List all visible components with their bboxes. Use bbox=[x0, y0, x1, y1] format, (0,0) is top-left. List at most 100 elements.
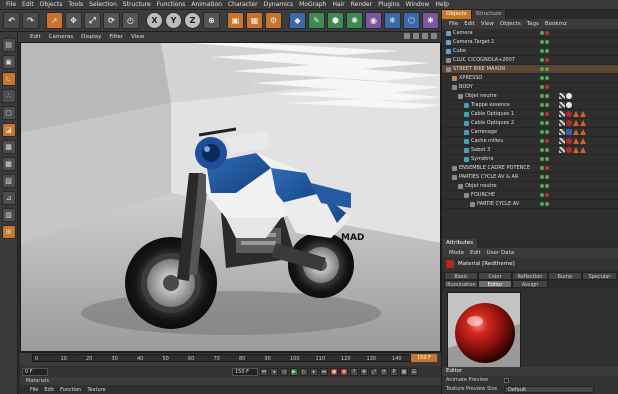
viewport-menu-filter[interactable]: Filter bbox=[105, 34, 127, 40]
go-to-end-icon[interactable]: ⏭ bbox=[320, 367, 328, 376]
deformer-icon[interactable]: ❄ bbox=[384, 12, 401, 29]
om-menu-bookmarks[interactable]: Bookmz bbox=[542, 21, 570, 27]
om-menu-file[interactable]: File bbox=[446, 21, 461, 27]
y-axis-icon[interactable]: Y bbox=[165, 12, 182, 29]
visibility-flags[interactable] bbox=[540, 157, 549, 161]
x-axis-icon[interactable]: X bbox=[146, 12, 163, 29]
tab-editor[interactable]: Editor bbox=[478, 280, 512, 288]
menu-mograph[interactable]: MoGraph bbox=[296, 1, 329, 8]
points-icon[interactable]: ∴ bbox=[1, 89, 16, 103]
select-live-icon[interactable]: ➚ bbox=[46, 12, 63, 29]
visibility-flags[interactable] bbox=[540, 130, 549, 134]
attr-menu-edit[interactable]: Edit bbox=[467, 250, 484, 256]
menu-structure[interactable]: Structure bbox=[120, 1, 154, 8]
visibility-flags[interactable] bbox=[540, 193, 549, 197]
menu-file[interactable]: File bbox=[3, 1, 19, 8]
object-tags[interactable] bbox=[559, 138, 586, 144]
tab-color[interactable]: Color bbox=[478, 272, 512, 280]
timeline-ruler[interactable]: 0 10 20 30 40 50 60 70 80 90 100 110 120 130 140 bbox=[32, 354, 412, 362]
object-row[interactable]: Cable Optiques 2 bbox=[442, 119, 618, 128]
move-icon[interactable]: ✥ bbox=[65, 12, 82, 29]
visibility-flags[interactable] bbox=[540, 31, 549, 35]
object-axis-icon[interactable]: ∟ bbox=[1, 72, 16, 86]
visibility-flags[interactable] bbox=[540, 76, 549, 80]
next-key-icon[interactable]: ▸ bbox=[310, 367, 318, 376]
object-row[interactable]: STREET BIKE MAXON bbox=[442, 65, 618, 74]
materials-menu-edit[interactable]: Edit bbox=[44, 387, 54, 393]
object-tags[interactable] bbox=[559, 129, 586, 135]
scene-icon[interactable]: ⬡ bbox=[403, 12, 420, 29]
materials-menu-texture[interactable]: Texture bbox=[87, 387, 105, 393]
prev-key-icon[interactable]: ◂ bbox=[270, 367, 278, 376]
visibility-flags[interactable] bbox=[540, 121, 549, 125]
position-key-icon[interactable]: ✥ bbox=[360, 367, 368, 376]
object-tags[interactable] bbox=[559, 111, 586, 117]
rotate-icon[interactable]: ⟳ bbox=[103, 12, 120, 29]
redo-icon[interactable]: ↷ bbox=[22, 12, 39, 29]
attr-menu-mode[interactable]: Mode bbox=[446, 250, 467, 256]
object-row[interactable]: PARTIE CYCLE AV bbox=[442, 200, 618, 209]
menu-hair[interactable]: Hair bbox=[329, 1, 347, 8]
visibility-flags[interactable] bbox=[540, 67, 549, 71]
menu-render[interactable]: Render bbox=[348, 1, 375, 8]
keyframe-selection-icon[interactable]: ? bbox=[350, 367, 358, 376]
visibility-flags[interactable] bbox=[540, 112, 549, 116]
menu-edit[interactable]: Edit bbox=[19, 1, 37, 8]
pen-icon[interactable]: ✎ bbox=[308, 12, 325, 29]
zoom-icon[interactable] bbox=[413, 33, 419, 39]
rotation-key-icon[interactable]: ⟳ bbox=[380, 367, 388, 376]
polygons-icon[interactable]: ◪ bbox=[1, 123, 16, 137]
timeline-menu-icon[interactable]: ☰ bbox=[410, 367, 418, 376]
z-axis-icon[interactable]: Z bbox=[184, 12, 201, 29]
viewport-menu-display[interactable]: Display bbox=[77, 34, 105, 40]
visibility-flags[interactable] bbox=[540, 139, 549, 143]
om-menu-view[interactable]: View bbox=[478, 21, 497, 27]
object-row[interactable]: Objet neutre bbox=[442, 182, 618, 191]
uv-icon[interactable]: ▦ bbox=[1, 140, 16, 154]
world-coords-icon[interactable]: ⊕ bbox=[203, 12, 220, 29]
object-row[interactable]: PARTIES CYCLE AV & AR bbox=[442, 173, 618, 182]
object-row[interactable]: Symétrie bbox=[442, 155, 618, 164]
render-view-icon[interactable]: ▣ bbox=[227, 12, 244, 29]
menu-dynamics[interactable]: Dynamics bbox=[261, 1, 297, 8]
tab-assign[interactable]: Assign bbox=[512, 280, 548, 288]
last-tool-icon[interactable]: ◴ bbox=[122, 12, 139, 29]
edges-icon[interactable]: ▢ bbox=[1, 106, 16, 120]
current-frame-field[interactable]: 150 F bbox=[232, 367, 258, 376]
menu-character[interactable]: Character bbox=[225, 1, 261, 8]
pla-key-icon[interactable]: ▦ bbox=[400, 367, 408, 376]
param-key-icon[interactable]: P bbox=[390, 367, 398, 376]
play-icon[interactable]: ▶ bbox=[290, 367, 298, 376]
object-row[interactable]: FOURCHE bbox=[442, 191, 618, 200]
menu-objects[interactable]: Objects bbox=[37, 1, 66, 8]
materials-menu-function[interactable]: Function bbox=[60, 387, 81, 393]
om-menu-edit[interactable]: Edit bbox=[461, 21, 478, 27]
object-tags[interactable] bbox=[559, 102, 572, 108]
om-menu-tags[interactable]: Tags bbox=[524, 21, 542, 27]
texture-icon[interactable]: ▩ bbox=[1, 157, 16, 171]
visibility-flags[interactable] bbox=[540, 40, 549, 44]
object-row[interactable]: Camera.Target.1 bbox=[442, 38, 618, 47]
menu-plugins[interactable]: Plugins bbox=[375, 1, 403, 8]
go-to-start-icon[interactable]: ⏮ bbox=[260, 367, 268, 376]
object-row[interactable]: XPRESSO bbox=[442, 74, 618, 83]
maximize-icon[interactable] bbox=[431, 33, 437, 39]
visibility-flags[interactable] bbox=[540, 166, 549, 170]
viewport-menu-cameras[interactable]: Cameras bbox=[45, 34, 77, 40]
orbit-icon[interactable] bbox=[422, 33, 428, 39]
visibility-flags[interactable] bbox=[540, 184, 549, 188]
tab-specular[interactable]: Specular bbox=[582, 272, 617, 280]
tab-structure[interactable]: Structure bbox=[471, 10, 507, 19]
om-menu-objects[interactable]: Objects bbox=[497, 21, 524, 27]
menu-help[interactable]: Help bbox=[432, 1, 452, 8]
tab-illumination[interactable]: Illumination bbox=[444, 280, 478, 288]
object-row[interactable]: Cable Optiques 1 bbox=[442, 110, 618, 119]
start-frame-field[interactable]: 0 F bbox=[22, 367, 48, 376]
tab-bump[interactable]: Bump bbox=[548, 272, 582, 280]
undo-icon[interactable]: ↶ bbox=[3, 12, 20, 29]
render-picture-icon[interactable]: ▦ bbox=[246, 12, 263, 29]
snap-icon[interactable]: ⊿ bbox=[1, 191, 16, 205]
tab-objects[interactable]: Objects bbox=[442, 10, 472, 19]
object-row[interactable]: BODY bbox=[442, 83, 618, 92]
object-row[interactable]: Sabot 3 bbox=[442, 146, 618, 155]
